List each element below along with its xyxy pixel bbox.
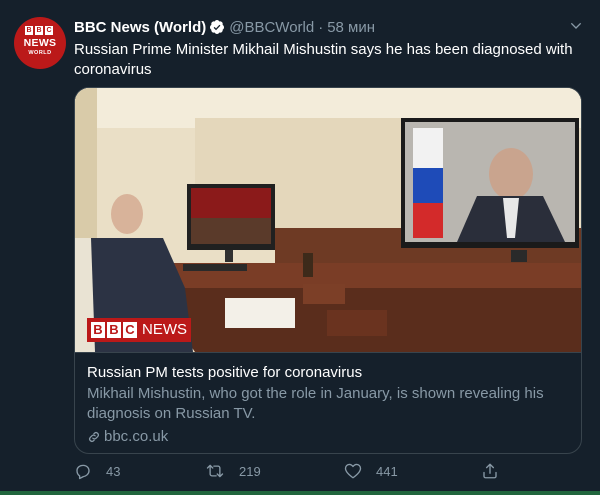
avatar-bbc-letter: B xyxy=(25,26,33,35)
card-domain-text: bbc.co.uk xyxy=(104,428,169,445)
chevron-down-icon[interactable] xyxy=(568,18,584,34)
retweet-count: 219 xyxy=(239,463,261,479)
bottom-edge-strip xyxy=(0,491,600,495)
separator-dot: · xyxy=(318,18,324,36)
card-domain[interactable]: bbc.co.uk xyxy=(87,427,569,447)
reply-count: 43 xyxy=(106,463,121,479)
retweet-icon xyxy=(206,464,224,478)
card-photo xyxy=(75,88,581,352)
badge-bbc-letter: B xyxy=(91,322,105,338)
link-icon xyxy=(89,432,99,442)
card-title: Russian PM tests positive for coronaviru… xyxy=(87,364,363,381)
badge-news-text: NEWS xyxy=(142,321,187,338)
timestamp[interactable]: 58 мин xyxy=(327,19,375,36)
handle[interactable]: @BBCWorld xyxy=(229,19,314,36)
like-count: 441 xyxy=(376,463,398,479)
reply-icon xyxy=(76,464,90,480)
avatar-bbc-letter: C xyxy=(45,26,53,35)
tweet-header: BBC News (World) @BBCWorld · 58 мин xyxy=(74,17,375,37)
badge-bbc-letter: C xyxy=(123,322,137,338)
like-icon xyxy=(344,463,362,479)
avatar[interactable]: B B C NEWS WORLD xyxy=(14,17,66,69)
like-button[interactable]: 441 xyxy=(344,462,398,480)
avatar-bbc-letter: B xyxy=(35,26,43,35)
card-description: Mikhail Mishustin, who got the role in J… xyxy=(87,385,544,422)
share-icon xyxy=(483,463,497,479)
badge-bbc-letter: B xyxy=(107,322,121,338)
link-card[interactable]: B B C NEWS Russian PM tests positive for… xyxy=(74,87,582,454)
avatar-bbc-logo: B B C xyxy=(25,26,53,35)
card-body[interactable]: Russian PM tests positive for coronaviru… xyxy=(75,352,581,453)
bbc-news-badge: B B C NEWS xyxy=(87,318,191,342)
card-image[interactable]: B B C NEWS xyxy=(75,88,581,352)
avatar-news-text: NEWS xyxy=(23,37,57,49)
retweet-button[interactable]: 219 xyxy=(205,462,261,480)
tweet[interactable]: B B C NEWS WORLD BBC News (World) @BBCWo… xyxy=(0,0,600,495)
verified-badge-icon xyxy=(210,20,225,34)
share-button[interactable] xyxy=(481,462,513,480)
reply-button[interactable]: 43 xyxy=(74,462,120,480)
tweet-text: Russian Prime Minister Mikhail Mishustin… xyxy=(74,41,573,78)
tweet-actions: 43 219 441 xyxy=(74,462,504,486)
display-name[interactable]: BBC News (World) xyxy=(74,19,206,36)
avatar-world-text: WORLD xyxy=(28,50,52,56)
